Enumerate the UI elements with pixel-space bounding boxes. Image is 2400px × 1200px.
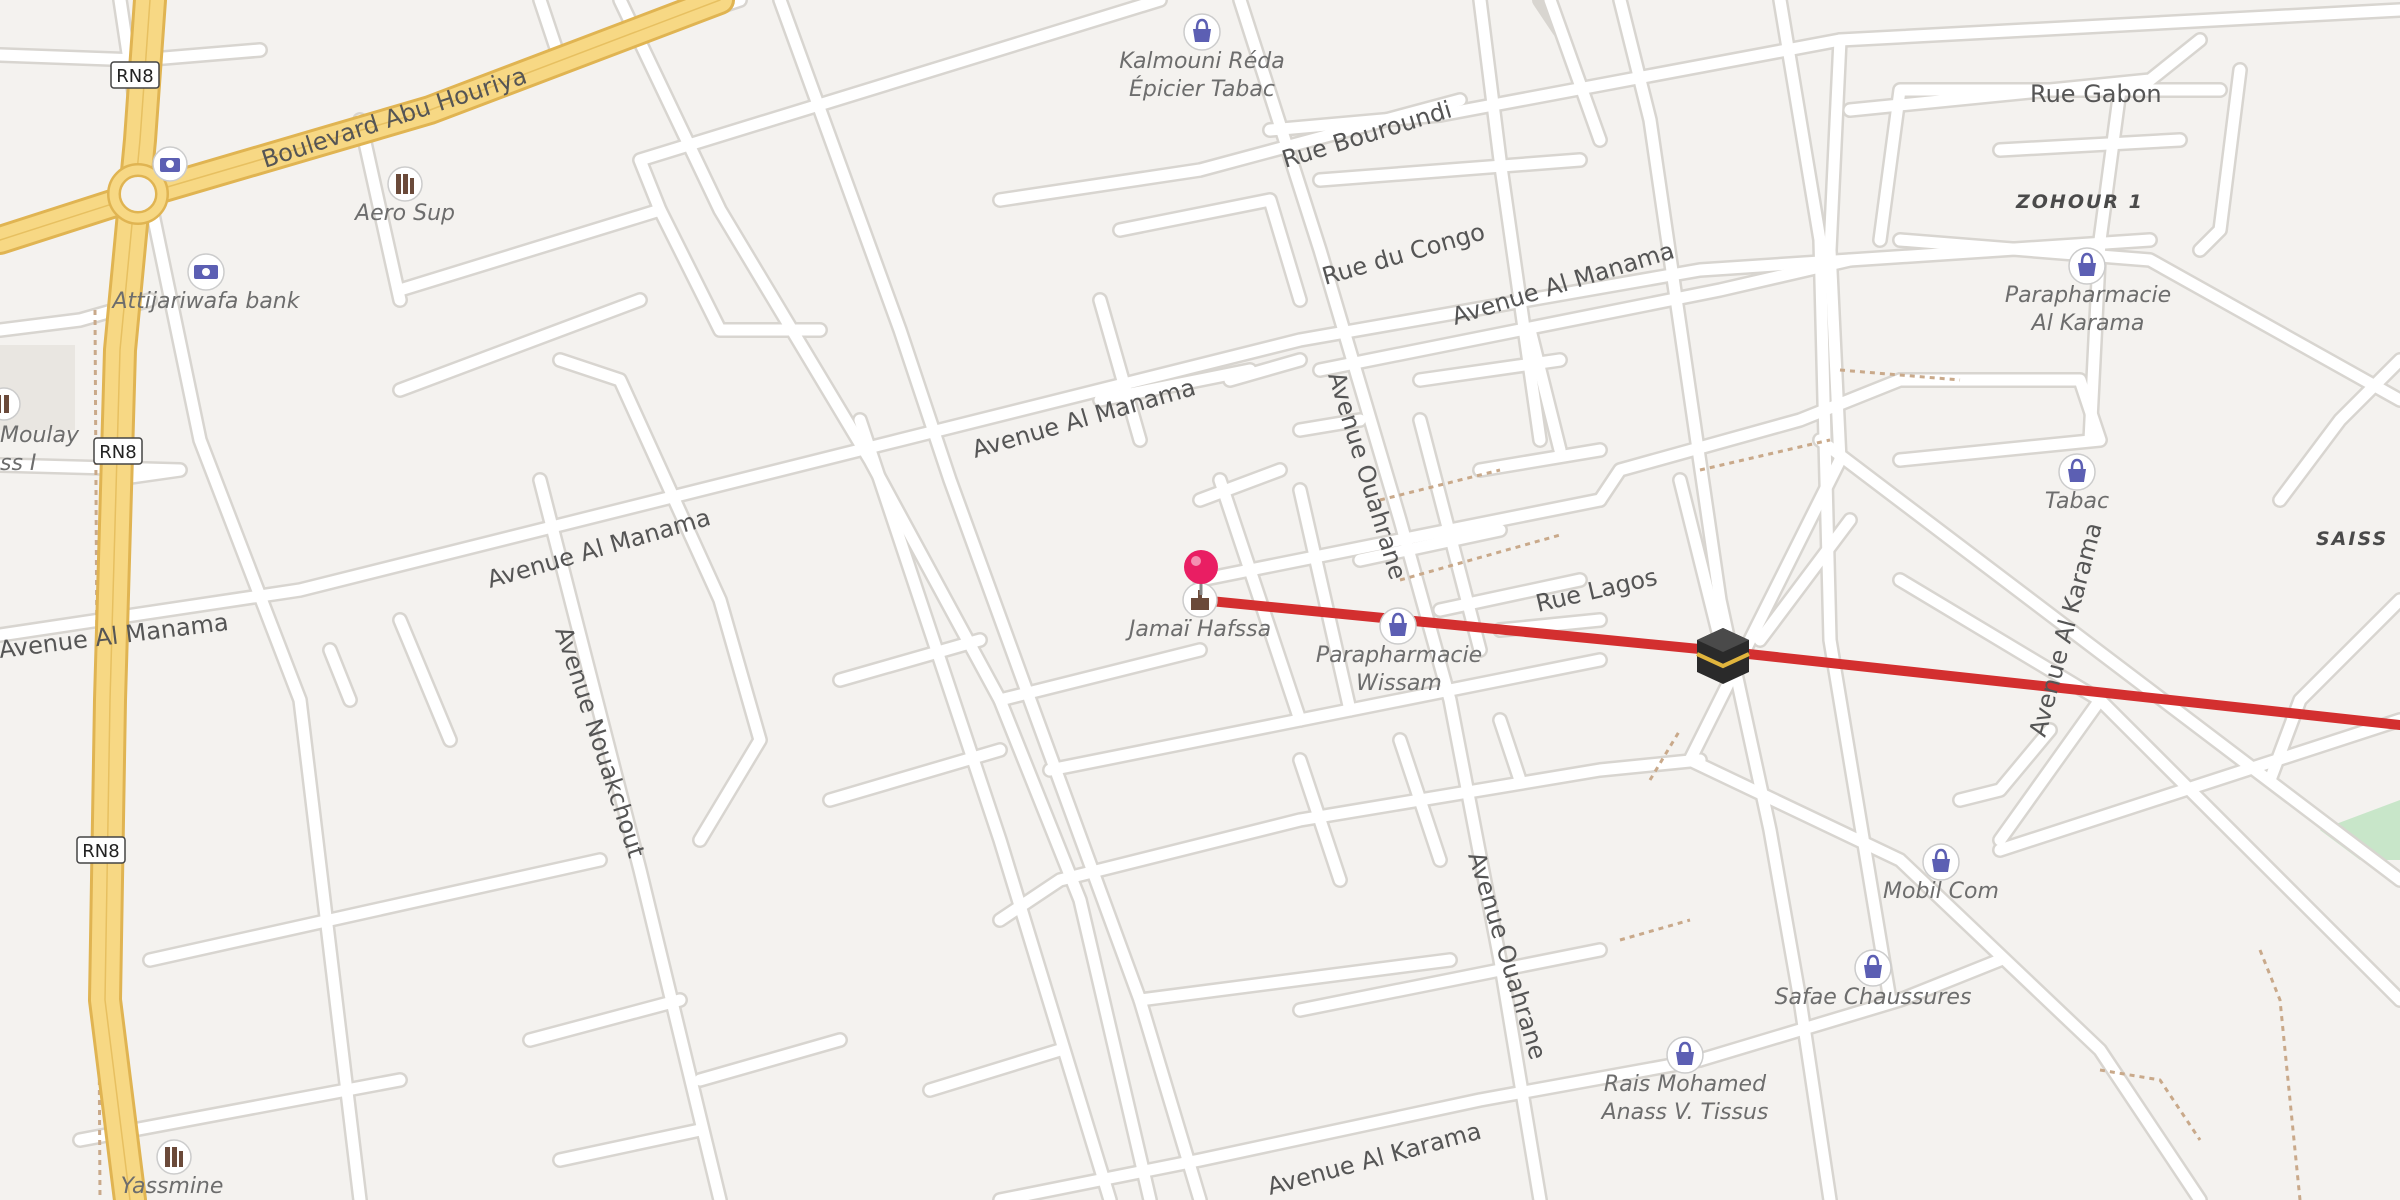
map-canvas[interactable]: RN8 RN8 RN8 Boulevard Abu Houriya Rue Bo… bbox=[0, 0, 2400, 1200]
poi-label: Anass V. Tissus bbox=[1600, 1100, 1769, 1125]
school-icon[interactable] bbox=[387, 166, 423, 202]
shopping-bag-icon[interactable] bbox=[1854, 949, 1892, 987]
kaaba-icon[interactable] bbox=[1696, 628, 1750, 684]
svg-text:RN8: RN8 bbox=[99, 442, 136, 463]
poi-label: Al Karama bbox=[2030, 311, 2145, 336]
poi-label: Yassmine bbox=[121, 1174, 224, 1199]
school-icon[interactable] bbox=[156, 1139, 192, 1175]
poi-label: Wissam bbox=[1356, 671, 1442, 696]
poi-label: Kalmouni Réda bbox=[1119, 49, 1284, 74]
poi-label: ss I bbox=[0, 451, 36, 476]
svg-text:RN8: RN8 bbox=[82, 841, 119, 862]
shopping-bag-icon[interactable] bbox=[2058, 453, 2096, 491]
poi-label: Mobil Com bbox=[1883, 879, 1999, 904]
street-label: Rue Gabon bbox=[2030, 80, 2162, 108]
route-shield: RN8 bbox=[76, 836, 126, 864]
poi-label: Safae Chaussures bbox=[1775, 985, 1972, 1010]
camera-icon[interactable] bbox=[152, 146, 188, 182]
shopping-bag-icon[interactable] bbox=[2068, 247, 2106, 285]
svg-text:RN8: RN8 bbox=[116, 66, 153, 87]
poi-label: Parapharmacie bbox=[2005, 283, 2171, 308]
shopping-bag-icon[interactable] bbox=[1922, 843, 1960, 881]
route-shield: RN8 bbox=[93, 437, 143, 465]
poi-label: Tabac bbox=[2045, 489, 2109, 514]
shopping-bag-icon[interactable] bbox=[1183, 13, 1221, 51]
poi-label: Aero Sup bbox=[353, 201, 455, 226]
poi-label: Parapharmacie bbox=[1316, 643, 1482, 668]
district-label: ZOHOUR 1 bbox=[2015, 191, 2144, 213]
shopping-bag-icon[interactable] bbox=[1379, 607, 1417, 645]
poi-label: Attijariwafa bank bbox=[111, 289, 301, 314]
shopping-bag-icon[interactable] bbox=[1666, 1036, 1704, 1074]
route-shield: RN8 bbox=[110, 61, 160, 89]
poi-label: Jamaï Hafssa bbox=[1125, 617, 1271, 642]
poi-label: Moulay bbox=[0, 423, 80, 448]
map-view[interactable]: RN8 RN8 RN8 Boulevard Abu Houriya Rue Bo… bbox=[0, 0, 2400, 1200]
poi-label: Rais Mohamed bbox=[1604, 1072, 1767, 1097]
poi-label: Épicier Tabac bbox=[1129, 76, 1275, 102]
bank-icon[interactable] bbox=[187, 253, 225, 291]
district-label: SAISS bbox=[2316, 528, 2388, 550]
